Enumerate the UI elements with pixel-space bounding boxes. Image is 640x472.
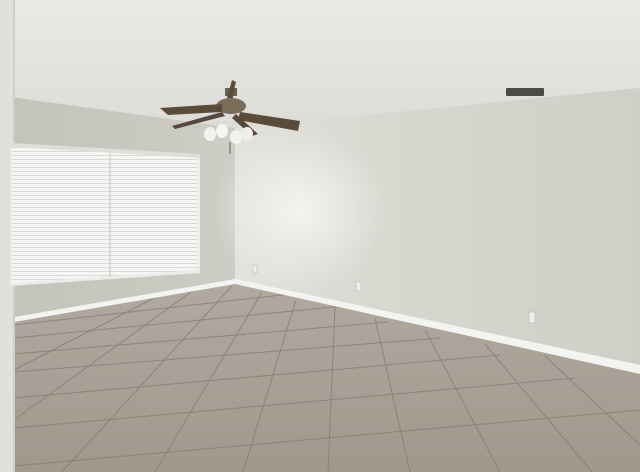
wall-outlet <box>252 264 258 274</box>
window-blinds <box>10 143 200 286</box>
ceiling-vent <box>506 88 544 96</box>
wall-outlet <box>355 281 362 292</box>
room-photo <box>0 0 640 472</box>
wall-outlet <box>528 311 536 324</box>
